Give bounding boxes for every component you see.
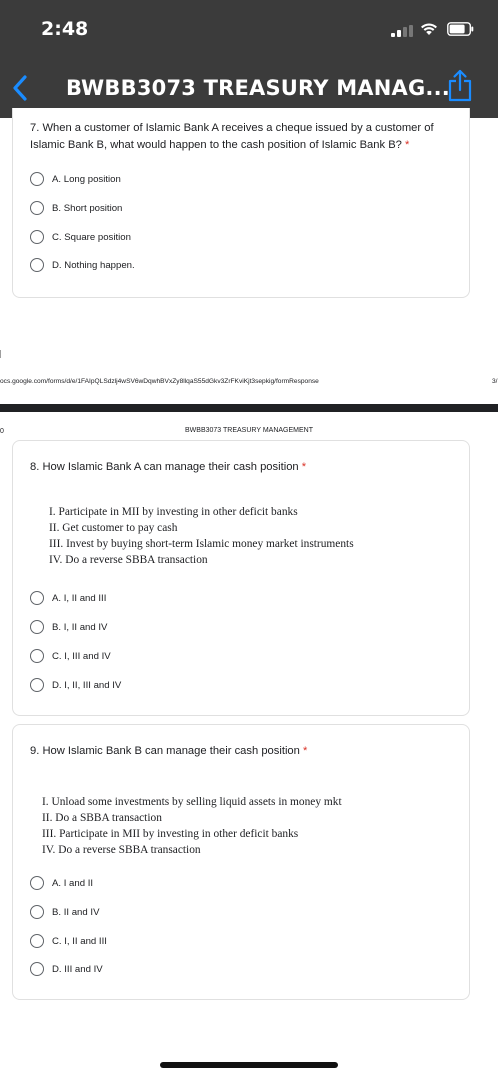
page-divider [0,404,498,412]
document-title: BWBB3073 TREASURY MANAG... [66,76,450,100]
q9-statement-2: II. Do a SBBA transaction [42,812,162,824]
radio-button[interactable] [30,591,44,605]
radio-button[interactable] [30,876,44,890]
page-edge-mark [0,350,1,358]
radio-button[interactable] [30,201,44,215]
page-header: BWBB3073 TREASURY MANAGEMENT [185,427,313,434]
share-icon[interactable] [447,69,473,103]
question-8-text: 8. How Islamic Bank A can manage their c… [30,461,307,473]
radio-button[interactable] [30,962,44,976]
q9-statement-4: IV. Do a reverse SBBA transaction [42,844,201,856]
status-time: 2:48 [41,18,89,40]
required-marker: * [301,461,307,473]
question-7-text: 7. When a customer of Islamic Bank A rec… [30,122,434,151]
q9-statement-3: III. Participate in MII by investing in … [42,828,299,840]
back-chevron-icon[interactable] [10,74,30,102]
battery-icon [447,22,474,36]
wifi-icon [421,23,437,35]
home-indicator[interactable] [160,1062,338,1068]
radio-button[interactable] [30,258,44,272]
cellular-signal-icon [391,25,413,37]
footer-url: ocs.google.com/forms/d/e/1FAIpQLSdzlj4wS… [0,378,319,385]
question-7-card: 7. When a customer of Islamic Bank A rec… [12,108,470,298]
radio-button[interactable] [30,230,44,244]
radio-button[interactable] [30,649,44,663]
radio-button[interactable] [30,905,44,919]
status-bar: 2:48 [0,0,498,58]
footer-page-number: 3/ [492,378,498,385]
q8-statement-1: I. Participate in MII by investing in ot… [49,506,298,518]
radio-button[interactable] [30,620,44,634]
required-marker: * [303,745,308,757]
radio-button[interactable] [30,172,44,186]
question-9-card: 9. How Islamic Bank B can manage their c… [12,724,470,1000]
required-marker: * [405,139,410,151]
question-8-card: 8. How Islamic Bank A can manage their c… [12,440,470,716]
q9-statement-1: I. Unload some investments by selling li… [42,796,342,808]
radio-button[interactable] [30,678,44,692]
radio-button[interactable] [30,934,44,948]
q8-statement-4: IV. Do a reverse SBBA transaction [49,554,208,566]
q8-statement-2: II. Get customer to pay cash [49,522,178,534]
question-9-text: 9. How Islamic Bank B can manage their c… [30,745,308,757]
q8-statement-3: III. Invest by buying short-term Islamic… [49,538,354,550]
